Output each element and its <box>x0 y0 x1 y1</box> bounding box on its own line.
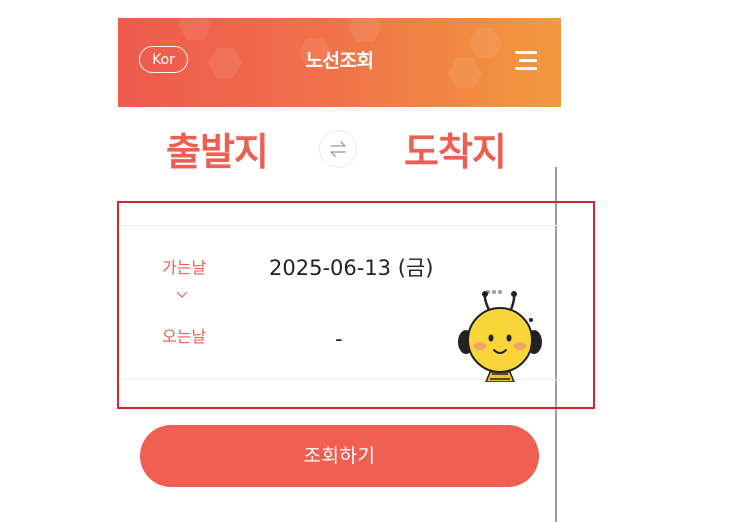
divider <box>118 225 561 226</box>
go-date-value[interactable]: 2025-06-13 (금) <box>269 252 433 282</box>
scrollbar[interactable] <box>555 167 557 522</box>
page-title: 노선조회 <box>305 50 374 72</box>
return-date-label: 오는날 <box>162 327 207 346</box>
header-pattern <box>178 18 212 40</box>
hamburger-menu-icon[interactable] <box>513 51 537 73</box>
departure-selector[interactable]: 출발지 <box>166 121 269 176</box>
return-date-value[interactable]: - <box>335 327 343 351</box>
arrival-selector[interactable]: 도착지 <box>404 121 507 176</box>
swap-arrows-icon <box>330 141 346 157</box>
chevron-down-icon[interactable] <box>176 289 188 301</box>
swap-button[interactable] <box>319 130 357 168</box>
bee-mascot-icon <box>458 291 542 382</box>
go-date-label: 가는날 <box>162 258 207 277</box>
app-screen: Kor 노선조회 출발지 도착지 가는날 2025-06-13 (금) 오는날 … <box>0 0 747 522</box>
app-header: Kor 노선조회 <box>118 18 561 107</box>
search-button[interactable]: 조회하기 <box>140 425 539 487</box>
header-pattern <box>348 18 382 42</box>
